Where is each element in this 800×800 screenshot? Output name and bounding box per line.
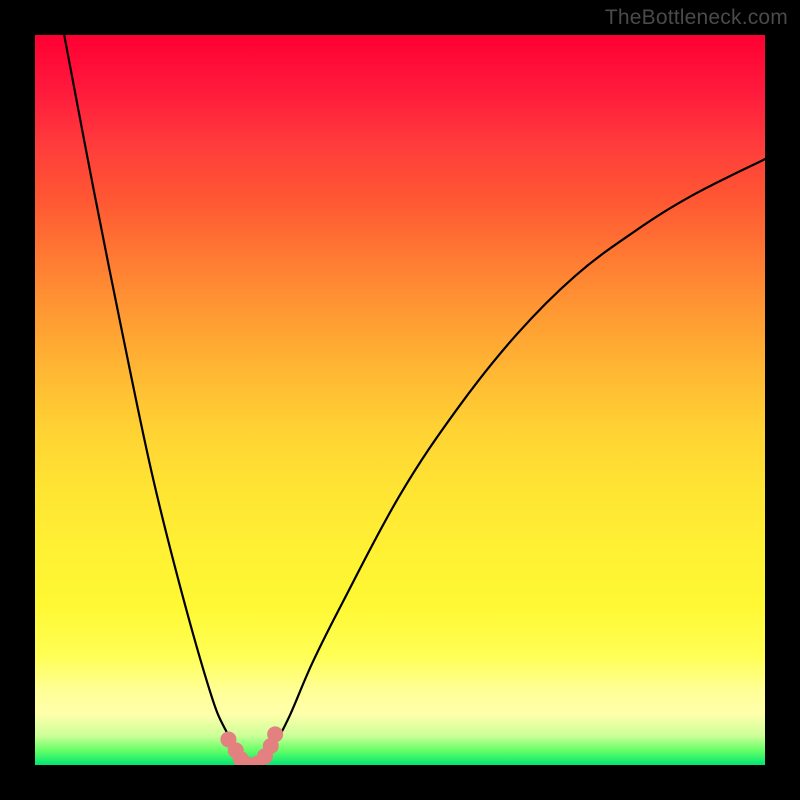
attribution-text: TheBottleneck.com: [605, 6, 788, 30]
minimum-marker: [220, 731, 236, 747]
curve-path: [64, 35, 765, 765]
minimum-marker: [263, 738, 279, 754]
plot-area: [35, 35, 765, 765]
minimum-markers: [220, 726, 283, 765]
chart-frame: TheBottleneck.com: [0, 0, 800, 800]
minimum-marker: [241, 757, 257, 765]
minimum-marker: [228, 742, 244, 758]
bottleneck-curve: [64, 35, 765, 765]
minimum-marker: [257, 748, 273, 764]
minimum-marker: [267, 726, 283, 742]
curve-layer: [35, 35, 765, 765]
minimum-marker: [233, 751, 249, 765]
minimum-marker: [250, 756, 266, 765]
